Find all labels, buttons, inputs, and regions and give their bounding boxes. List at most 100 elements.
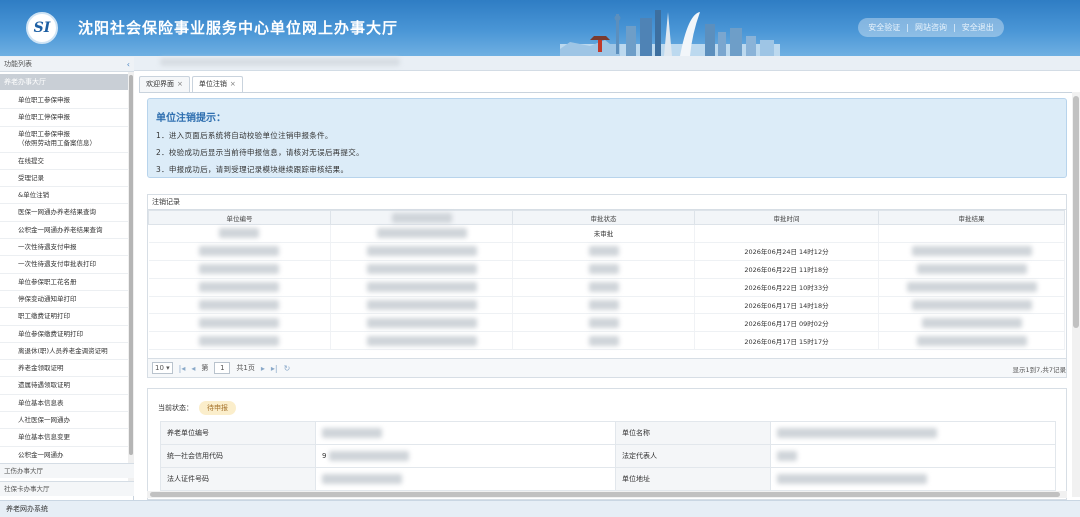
- redacted-value: [322, 428, 382, 438]
- sidebar-item-label: 单位职工参保申报 （依照劳动用工备案信息）: [18, 129, 96, 147]
- prev-page-icon[interactable]: ◂: [191, 364, 195, 373]
- last-page-icon[interactable]: ▸|: [271, 364, 278, 373]
- status-badge: 待申报: [199, 401, 236, 415]
- main-horizontal-scrollbar-thumb[interactable]: [150, 492, 1060, 497]
- tab-welcome[interactable]: 欢迎界面 ×: [139, 76, 190, 92]
- redacted-value: [588, 335, 619, 346]
- cell-time: 2026年06月17日 14时18分: [694, 296, 879, 315]
- notice-line: 2．校验成功后显示当前待申报信息，请核对无误后再提交。: [156, 148, 364, 157]
- table-header-row: 单位编号 审批状态 审批时间 审批结果: [148, 210, 1065, 225]
- sidebar-item[interactable]: 职工缴费证明打印: [0, 308, 128, 326]
- cell-redacted: [330, 278, 513, 297]
- sidebar-item[interactable]: &单位注销: [0, 187, 128, 205]
- table-row[interactable]: 2026年06月17日 09时02分: [148, 313, 1065, 333]
- first-page-icon[interactable]: |◂: [179, 364, 186, 373]
- sidebar-item[interactable]: 单位参保职工花名册: [0, 274, 128, 291]
- cell-redacted: [330, 313, 513, 333]
- table-row[interactable]: 2026年06月24日 14时12分: [148, 242, 1065, 261]
- redacted-value: [199, 264, 280, 275]
- pagination-info: 显示1到7,共7记录: [1012, 366, 1066, 374]
- col-header-status[interactable]: 审批状态: [512, 210, 695, 225]
- site-consult-link[interactable]: 网站咨询: [915, 22, 947, 33]
- tab-bar: 欢迎界面 × 单位注销 ×: [139, 76, 243, 92]
- table-row[interactable]: 2026年06月17日 15时17分: [148, 331, 1065, 351]
- page-title: 沈阳社会保险事业服务中心单位网上办事大厅: [78, 19, 399, 37]
- status-label: 当前状态：: [158, 404, 193, 412]
- sidebar-item[interactable]: 单位职工参保申报 （依照劳动用工备案信息）: [0, 127, 128, 153]
- page-size-select[interactable]: 10 ▾: [152, 362, 173, 374]
- field-value: 9: [315, 444, 616, 468]
- notice-line: 3．申报成功后，请到受理记录模块继续跟踪审核结果。: [156, 165, 349, 174]
- redacted-value: [366, 264, 477, 275]
- field-label: 养老单位编号: [160, 421, 316, 445]
- sidebar-item[interactable]: 一次性待遇支付审批表打印: [0, 256, 128, 274]
- table-row[interactable]: 2026年06月17日 14时18分: [148, 296, 1065, 315]
- page-number-input[interactable]: 1: [214, 362, 231, 374]
- close-icon[interactable]: ×: [177, 80, 183, 88]
- sidebar-item[interactable]: 公积金一网通办养老结果查询: [0, 222, 128, 240]
- field-value: [315, 467, 616, 491]
- sidebar-item[interactable]: 单位基本信息表: [0, 395, 128, 413]
- sidebar-scrollbar-thumb[interactable]: [129, 75, 133, 455]
- redacted-value: [199, 335, 280, 346]
- logout-link[interactable]: 安全退出: [962, 22, 994, 33]
- records-table: 单位编号 审批状态 审批时间 审批结果 未审批 2026年06月24日 14时1…: [148, 210, 1065, 351]
- sidebar-item[interactable]: 单位基本信息变更: [0, 429, 128, 447]
- refresh-icon[interactable]: ↻: [284, 364, 291, 373]
- sidebar-item[interactable]: 单位职工参保申报: [0, 92, 128, 110]
- form-row: 养老单位编号 单位名称: [160, 421, 1056, 445]
- cell-result: [878, 296, 1065, 315]
- sidebar-item[interactable]: 单位职工停保申报: [0, 109, 128, 127]
- sidebar-item[interactable]: 单位参保缴费证明打印: [0, 326, 128, 343]
- redacted-value: [366, 282, 477, 293]
- notice-title: 单位注销提示：: [156, 113, 226, 124]
- redacted-value: [916, 335, 1027, 346]
- sidebar-item[interactable]: 离退休(职)人员养老金调资证明: [0, 343, 128, 361]
- col-header-unit-no[interactable]: 单位编号: [148, 210, 331, 225]
- sidebar-item[interactable]: 在线提交: [0, 153, 128, 170]
- field-label: 法人证件号码: [160, 467, 316, 491]
- field-value: [770, 421, 1056, 445]
- form-row: 统一社会信用代码 9 法定代表人: [160, 444, 1056, 468]
- collapse-sidebar-icon[interactable]: ‹: [127, 57, 130, 72]
- sidebar-item[interactable]: 一次性待遇支付申报: [0, 239, 128, 257]
- col-header-result[interactable]: 审批结果: [878, 210, 1065, 225]
- redacted-header: [391, 212, 452, 223]
- cell-unit-no: [148, 242, 331, 261]
- sidebar-item[interactable]: 医保一网通办养老结果查询: [0, 204, 128, 222]
- next-page-icon[interactable]: ▸: [261, 364, 265, 373]
- close-icon[interactable]: ×: [230, 80, 236, 88]
- sidebar-item[interactable]: 人社医保一网通办: [0, 412, 128, 430]
- pagination-bar: 10 ▾ |◂ ◂ 第 1 共1页 ▸ ▸| ↻ 显示1到7,共7记录: [148, 358, 1066, 377]
- footer-bar: 养老网办系统: [0, 500, 1080, 517]
- sidebar-item[interactable]: 遗属待遇领取证明: [0, 377, 128, 395]
- table-row[interactable]: 2026年06月22日 10时33分: [148, 278, 1065, 297]
- sidebar-group-pension[interactable]: 养老办事大厅: [0, 74, 128, 90]
- redacted-value: [588, 246, 619, 257]
- sidebar-item[interactable]: 受理记录: [0, 170, 128, 188]
- sidebar-group-card[interactable]: 社保卡办事大厅: [0, 481, 134, 496]
- cell-unit-no: [148, 313, 331, 333]
- redacted-value: [911, 246, 1032, 257]
- table-row[interactable]: 未审批: [148, 224, 1065, 243]
- redacted-value: [777, 451, 797, 461]
- tab-unit-cancel[interactable]: 单位注销 ×: [191, 76, 243, 92]
- security-verify-link[interactable]: 安全验证: [868, 22, 900, 33]
- social-insurance-logo: SI: [26, 12, 58, 44]
- credit-code-prefix: 9: [322, 452, 327, 460]
- table-row[interactable]: 2026年06月22日 11时18分: [148, 260, 1065, 279]
- sidebar-item[interactable]: 公积金一网通办: [0, 447, 128, 464]
- cell-result: [878, 224, 1065, 243]
- sidebar-item[interactable]: 养老金领取证明: [0, 360, 128, 378]
- sidebar-group-injury[interactable]: 工伤办事大厅: [0, 463, 134, 478]
- cell-status: [512, 260, 695, 279]
- main-vertical-scrollbar-thumb[interactable]: [1073, 96, 1079, 328]
- cell-unit-no: [148, 224, 331, 243]
- cell-result: [878, 313, 1065, 333]
- cancel-records-panel: 注销记录 单位编号 审批状态 审批时间 审批结果 未审批 2026年06月24日…: [147, 194, 1067, 378]
- col-header-redacted[interactable]: [330, 210, 513, 225]
- sidebar-item[interactable]: 停保变动通知单打印: [0, 291, 128, 309]
- col-header-time[interactable]: 审批时间: [694, 210, 879, 225]
- cell-redacted: [330, 296, 513, 315]
- cell-status: [512, 331, 695, 351]
